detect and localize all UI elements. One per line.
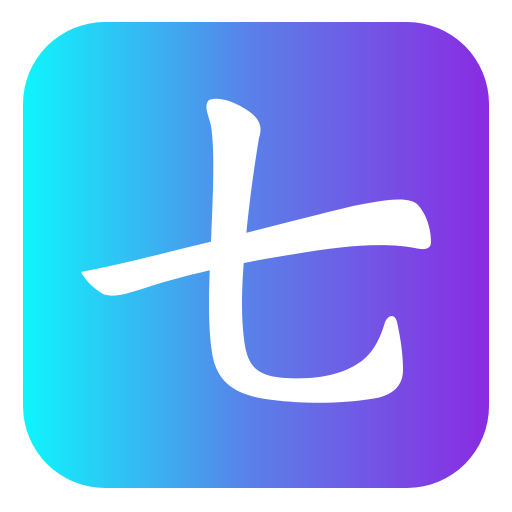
app-icon-tile[interactable]: 七 <box>23 22 489 488</box>
glyph-horizontal-stroke <box>81 199 431 296</box>
icon-canvas: 七 <box>0 0 512 512</box>
seven-kanji-icon <box>81 98 431 403</box>
